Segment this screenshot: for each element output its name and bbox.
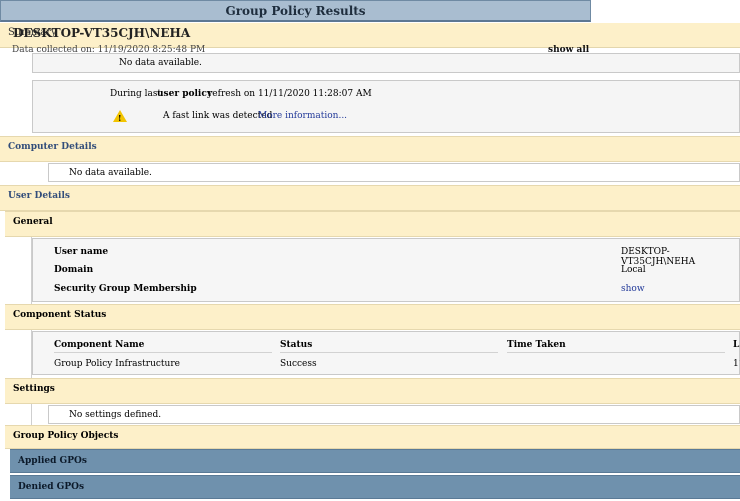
col-status: Status [280,340,313,350]
col-time-taken: Time Taken [507,340,566,350]
computer-details-heading: Computer Details [8,142,97,152]
row-component-name: Group Policy Infrastructure [54,359,180,369]
window-title: Group Policy Results [0,0,591,22]
denied-gpos-bar[interactable]: Denied GPOs [10,475,740,499]
applied-gpos-label: Applied GPOs [18,456,87,466]
denied-gpos-label: Denied GPOs [18,482,85,492]
host-name: DESKTOP-VT35CJH\NEHA [13,26,191,40]
summary-no-data: No data available. [119,58,202,68]
security-group-label: Security Group Membership [54,284,197,294]
component-status-table: Component Name Status Time Taken L Group… [32,331,740,375]
computer-details-band[interactable]: Computer Details [0,136,740,162]
user-name-label: User name [54,247,109,257]
settings-body: No settings defined. [48,405,740,424]
user-name-value: DESKTOP-VT35CJH\NEHA [621,247,696,267]
summary-computer-box: No data available. [32,53,740,73]
settings-heading: Settings [13,384,55,394]
domain-label: Domain [54,265,94,275]
gpo-band[interactable]: Group Policy Objects [5,425,740,449]
row-last: 11 [733,359,740,369]
user-details-band[interactable]: User Details [0,185,740,211]
component-status-heading: Component Status [13,310,107,320]
security-group-show-link[interactable]: show [621,284,645,294]
gpo-heading: Group Policy Objects [13,431,119,441]
no-settings-text: No settings defined. [69,410,162,420]
general-band[interactable]: General [5,211,740,237]
domain-value: Local [621,265,646,275]
refresh-emphasis: user policy [157,89,213,99]
general-heading: General [13,217,53,227]
refresh-date: refresh on 11/11/2020 11:28:07 AM [208,89,372,99]
col-last: L [733,340,740,350]
more-information-link[interactable]: More information... [258,111,347,121]
general-body: User name DESKTOP-VT35CJH\NEHA Domain Lo… [32,238,740,302]
component-status-band[interactable]: Component Status [5,304,740,330]
fast-link-text: A fast link was detected [163,111,273,121]
refresh-prefix: During last [110,89,162,99]
col-component-name: Component Name [54,340,145,350]
settings-band[interactable]: Settings [5,378,740,404]
applied-gpos-bar[interactable]: Applied GPOs [10,449,740,473]
summary-user-box: During last user policy refresh on 11/11… [32,80,740,133]
computer-no-data: No data available. [69,168,152,178]
computer-details-body: No data available. [48,163,740,182]
row-status: Success [280,359,317,369]
user-details-heading: User Details [8,191,70,201]
